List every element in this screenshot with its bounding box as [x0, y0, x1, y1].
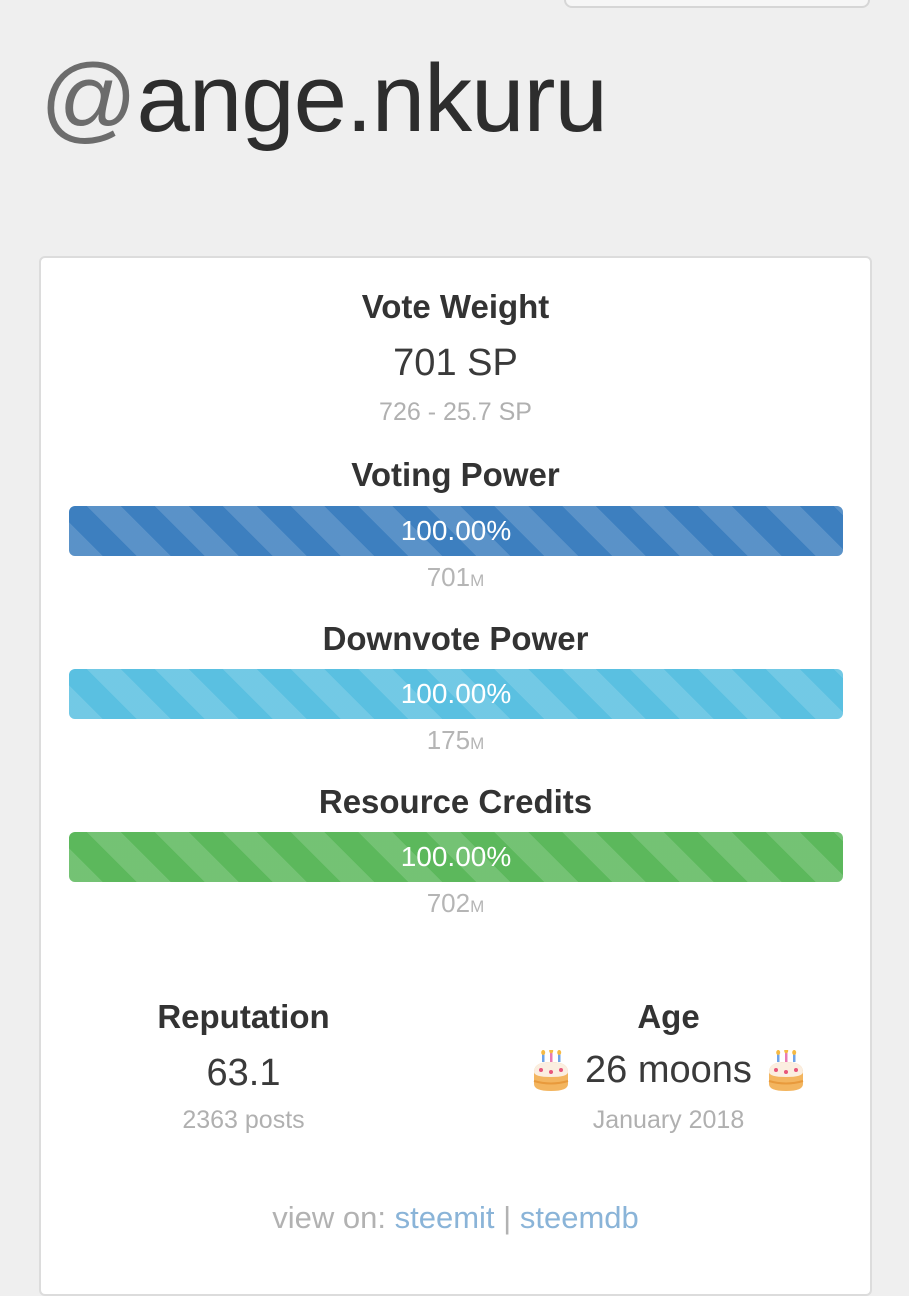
voting-power-percent: 100.00%: [400, 515, 512, 546]
steemit-link[interactable]: steemit: [395, 1200, 495, 1235]
voting-power-mana-value: 701: [426, 562, 471, 592]
username-text: ange.nkuru: [136, 45, 607, 152]
downvote-power-mana-unit: M: [470, 734, 485, 753]
resource-credits-mana: 702M: [41, 888, 870, 919]
account-stats-card: Vote Weight 701 SP 726 - 25.7 SP Voting …: [39, 256, 872, 1296]
resource-credits-percent: 100.00%: [400, 841, 512, 872]
voting-power-bar: 100.00%: [69, 506, 843, 556]
downvote-power-mana-value: 175: [426, 725, 471, 755]
reputation-title: Reputation: [157, 998, 330, 1035]
downvote-power-bar: 100.00%: [69, 669, 843, 719]
resource-credits-bar: 100.00%: [69, 832, 843, 882]
birthday-cake-icon: [768, 1049, 804, 1091]
vote-weight-value: 701 SP: [393, 342, 518, 384]
vote-weight-detail: 726 - 25.7 SP: [379, 398, 532, 426]
downvote-power-title: Downvote Power: [322, 620, 589, 657]
at-symbol: @: [40, 45, 137, 152]
age-title: Age: [637, 998, 700, 1035]
resource-credits-mana-value: 702: [426, 888, 471, 918]
age-value-row: 26 moons: [466, 1049, 871, 1092]
link-separator: |: [503, 1200, 512, 1235]
account-username: @ange.nkuru: [40, 44, 608, 154]
downvote-power-mana: 175M: [41, 725, 870, 756]
view-on-footer: view on: steemit | steemdb: [41, 1200, 870, 1236]
voting-power-mana-unit: M: [470, 571, 485, 590]
age-since: January 2018: [592, 1106, 745, 1134]
reputation-value: 63.1: [206, 1052, 281, 1094]
steemdb-link[interactable]: steemdb: [520, 1200, 639, 1235]
voting-power-title: Voting Power: [351, 456, 560, 493]
downvote-power-percent: 100.00%: [400, 678, 512, 709]
view-on-label: view on:: [272, 1200, 386, 1235]
age-value: 26 moons: [585, 1049, 752, 1091]
birthday-cake-icon: [533, 1049, 569, 1091]
vote-weight-title: Vote Weight: [361, 288, 550, 325]
top-tab-edge: [564, 0, 870, 8]
resource-credits-mana-unit: M: [470, 897, 485, 916]
voting-power-mana: 701M: [41, 562, 870, 593]
reputation-posts: 2363 posts: [182, 1106, 305, 1134]
resource-credits-title: Resource Credits: [318, 783, 593, 820]
